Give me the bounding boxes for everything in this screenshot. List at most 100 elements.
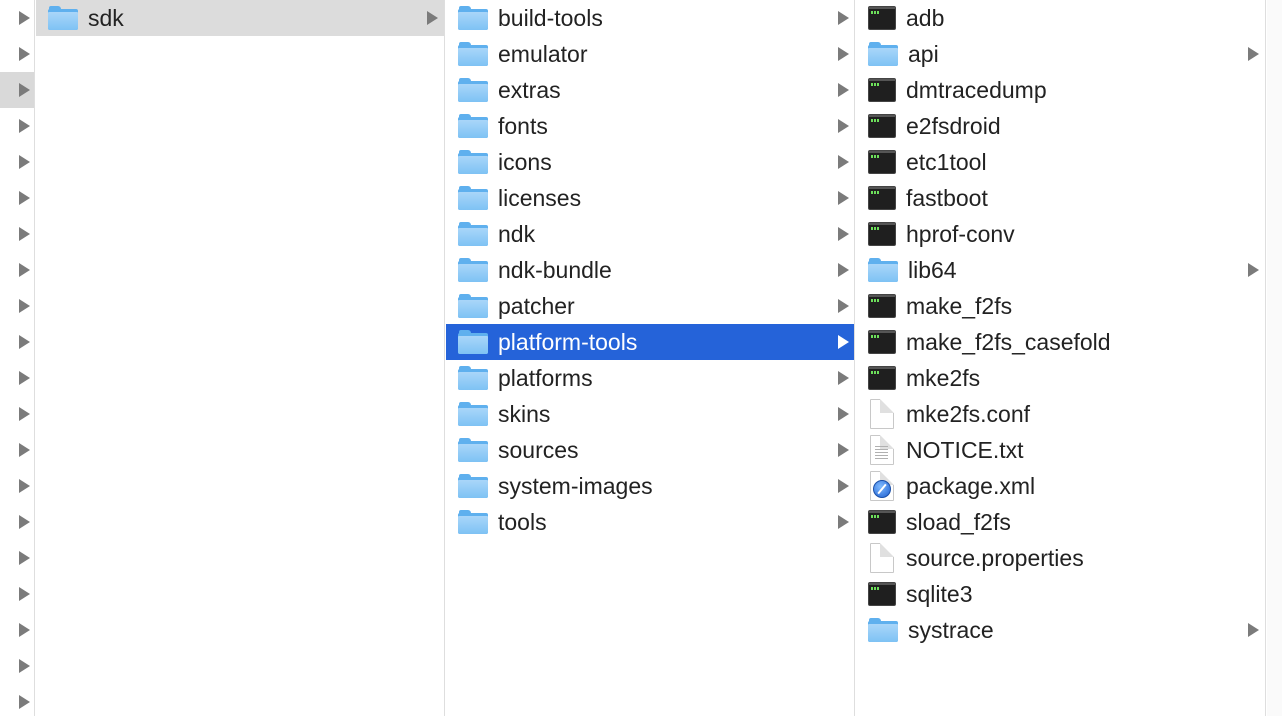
disclosure-arrow-icon[interactable] (838, 155, 849, 169)
parent-row[interactable] (0, 144, 34, 180)
disclosure-arrow-icon[interactable] (19, 695, 30, 709)
disclosure-arrow-icon[interactable] (838, 11, 849, 25)
parent-row[interactable] (0, 648, 34, 684)
file-row[interactable]: fonts (446, 108, 854, 144)
parent-row[interactable] (0, 468, 34, 504)
disclosure-arrow-icon[interactable] (838, 191, 849, 205)
disclosure-arrow-icon[interactable] (19, 659, 30, 673)
file-row[interactable]: sqlite3 (856, 576, 1265, 612)
file-row[interactable]: e2fsdroid (856, 108, 1265, 144)
file-row[interactable]: patcher (446, 288, 854, 324)
disclosure-arrow-icon[interactable] (19, 155, 30, 169)
parent-row[interactable] (0, 288, 34, 324)
file-row[interactable]: make_f2fs (856, 288, 1265, 324)
disclosure-arrow-icon[interactable] (838, 443, 849, 457)
disclosure-arrow-icon[interactable] (19, 515, 30, 529)
disclosure-arrow-icon[interactable] (19, 11, 30, 25)
disclosure-arrow-icon[interactable] (19, 227, 30, 241)
file-row[interactable]: make_f2fs_casefold (856, 324, 1265, 360)
file-row[interactable]: api (856, 36, 1265, 72)
parent-row[interactable] (0, 252, 34, 288)
file-row[interactable]: build-tools (446, 0, 854, 36)
disclosure-arrow-icon[interactable] (19, 587, 30, 601)
parent-row[interactable] (0, 216, 34, 252)
parent-row[interactable] (0, 504, 34, 540)
disclosure-arrow-icon[interactable] (19, 299, 30, 313)
file-row[interactable]: platform-tools (446, 324, 854, 360)
disclosure-arrow-icon[interactable] (1248, 623, 1259, 637)
disclosure-arrow-icon[interactable] (19, 119, 30, 133)
parent-row[interactable] (0, 540, 34, 576)
file-name: sources (498, 437, 579, 463)
file-row[interactable]: icons (446, 144, 854, 180)
parent-row[interactable] (0, 684, 34, 716)
parent-row[interactable] (0, 396, 34, 432)
disclosure-arrow-icon[interactable] (838, 299, 849, 313)
disclosure-arrow-icon[interactable] (19, 47, 30, 61)
disclosure-arrow-icon[interactable] (19, 371, 30, 385)
disclosure-arrow-icon[interactable] (19, 263, 30, 277)
disclosure-arrow-icon[interactable] (19, 191, 30, 205)
column-sdk[interactable]: sdk (36, 0, 445, 716)
file-row[interactable]: platforms (446, 360, 854, 396)
parent-row[interactable] (0, 432, 34, 468)
file-name: tools (498, 509, 547, 535)
disclosure-arrow-icon[interactable] (838, 227, 849, 241)
file-row[interactable]: sload_f2fs (856, 504, 1265, 540)
file-row[interactable]: mke2fs (856, 360, 1265, 396)
file-row[interactable]: fastboot (856, 180, 1265, 216)
disclosure-arrow-icon[interactable] (19, 443, 30, 457)
file-row[interactable]: NOTICE.txt (856, 432, 1265, 468)
disclosure-arrow-icon[interactable] (838, 335, 849, 349)
file-row[interactable]: licenses (446, 180, 854, 216)
disclosure-arrow-icon[interactable] (838, 47, 849, 61)
file-row[interactable]: emulator (446, 36, 854, 72)
file-row[interactable]: ndk (446, 216, 854, 252)
column-platform-tools[interactable]: adb api dmtracedump e2fsdroid etc1tool fastbo… (856, 0, 1266, 716)
disclosure-arrow-icon[interactable] (19, 479, 30, 493)
file-row[interactable]: etc1tool (856, 144, 1265, 180)
disclosure-arrow-icon[interactable] (19, 335, 30, 349)
disclosure-arrow-icon[interactable] (1248, 47, 1259, 61)
file-row[interactable]: package.xml (856, 468, 1265, 504)
parent-row[interactable] (0, 612, 34, 648)
file-row[interactable]: sources (446, 432, 854, 468)
file-row[interactable]: systrace (856, 612, 1265, 648)
disclosure-arrow-icon[interactable] (427, 11, 438, 25)
disclosure-arrow-icon[interactable] (838, 371, 849, 385)
file-row[interactable]: extras (446, 72, 854, 108)
parent-row[interactable] (0, 36, 34, 72)
file-row[interactable]: mke2fs.conf (856, 396, 1265, 432)
file-row[interactable]: skins (446, 396, 854, 432)
file-row[interactable]: adb (856, 0, 1265, 36)
disclosure-arrow-icon[interactable] (1248, 263, 1259, 277)
file-row[interactable]: source.properties (856, 540, 1265, 576)
file-row[interactable]: system-images (446, 468, 854, 504)
disclosure-arrow-icon[interactable] (838, 83, 849, 97)
parent-row[interactable] (0, 360, 34, 396)
parent-row[interactable] (0, 0, 34, 36)
file-name: emulator (498, 41, 588, 67)
disclosure-arrow-icon[interactable] (19, 83, 30, 97)
disclosure-arrow-icon[interactable] (838, 263, 849, 277)
disclosure-arrow-icon[interactable] (19, 407, 30, 421)
file-row[interactable]: hprof-conv (856, 216, 1265, 252)
parent-row[interactable] (0, 576, 34, 612)
disclosure-arrow-icon[interactable] (838, 515, 849, 529)
file-row[interactable]: dmtracedump (856, 72, 1265, 108)
parent-row[interactable] (0, 180, 34, 216)
file-row[interactable]: sdk (36, 0, 444, 36)
file-row[interactable]: ndk-bundle (446, 252, 854, 288)
disclosure-arrow-icon[interactable] (19, 623, 30, 637)
parent-row[interactable] (0, 72, 34, 108)
column-parent-strip[interactable] (0, 0, 35, 716)
disclosure-arrow-icon[interactable] (838, 479, 849, 493)
file-row[interactable]: tools (446, 504, 854, 540)
parent-row[interactable] (0, 108, 34, 144)
column-sdk-contents[interactable]: build-tools emulator extras fonts icons licen… (446, 0, 855, 716)
file-row[interactable]: lib64 (856, 252, 1265, 288)
disclosure-arrow-icon[interactable] (838, 407, 849, 421)
disclosure-arrow-icon[interactable] (19, 551, 30, 565)
parent-row[interactable] (0, 324, 34, 360)
disclosure-arrow-icon[interactable] (838, 119, 849, 133)
